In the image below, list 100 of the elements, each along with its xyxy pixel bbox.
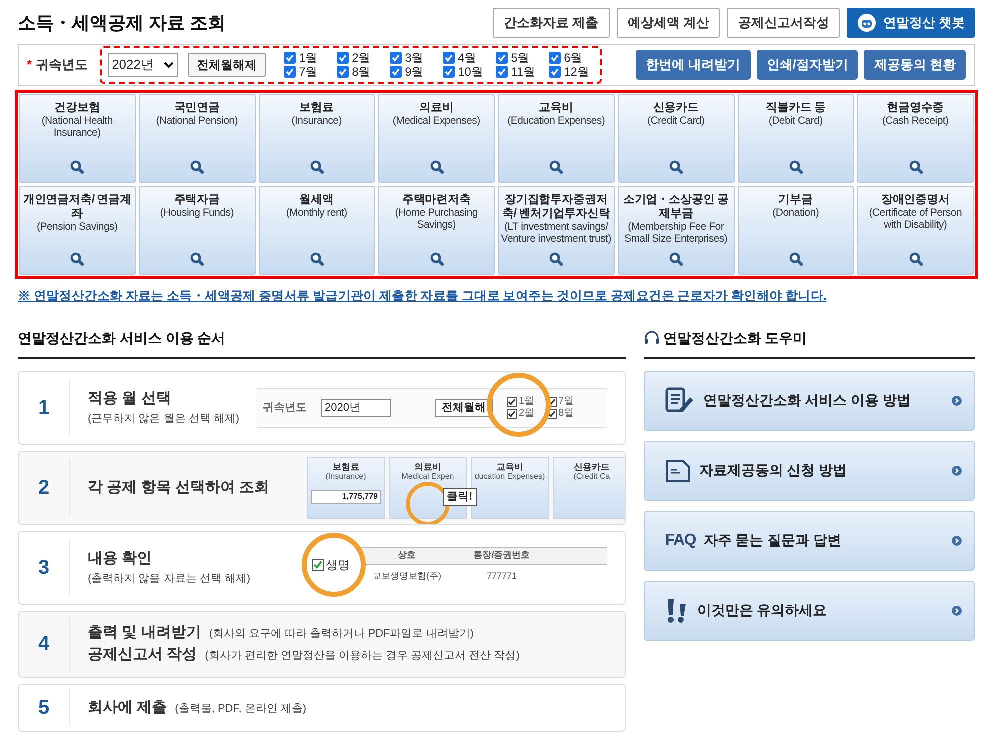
month-label[interactable]: 11월: [511, 65, 536, 79]
month-checkbox[interactable]: [284, 66, 296, 78]
checkbox-icon: [312, 558, 324, 571]
category-button[interactable]: 신용카드 (Credit Card): [618, 94, 734, 183]
category-button[interactable]: 교육비 (Education Expenses): [498, 94, 615, 183]
illustration-card-title: 의료비: [414, 462, 442, 472]
toolbar-button[interactable]: 예상세액 계산: [616, 8, 720, 38]
table-header: 상호: [397, 549, 417, 562]
category-button[interactable]: 소기업・소상공인 공제부금 (Membership Fee For Small Size Enterprises): [618, 186, 734, 275]
section-title: 연말정산간소화 서비스 이용 순서: [18, 328, 626, 359]
month-label[interactable]: 5월: [511, 51, 530, 65]
search-icon: [549, 160, 564, 174]
month-checkbox[interactable]: [496, 52, 508, 64]
month-label[interactable]: 2월: [352, 51, 371, 65]
search-icon: [310, 160, 324, 174]
step-title: 회사에 제출: [88, 698, 168, 718]
headset-icon: [644, 331, 660, 346]
month-checkbox[interactable]: [443, 66, 456, 78]
search-icon: [310, 252, 324, 266]
search-icon: [190, 252, 204, 266]
search-icon: [908, 160, 923, 174]
month-checkbox[interactable]: [284, 52, 296, 64]
magnifier-ring: [487, 372, 551, 437]
category-button[interactable]: 장애인증명서 (Certificate of Person with Disability): [857, 186, 974, 275]
action-button[interactable]: 인쇄/점자받기: [756, 50, 858, 80]
illustration-month-label: 1월: [519, 396, 535, 408]
chevron-right-icon: [952, 606, 962, 616]
toolbar-button[interactable]: 공제신고서작성: [727, 8, 840, 38]
month-label[interactable]: 7월: [299, 65, 318, 79]
action-button[interactable]: 제공동의 현황: [864, 50, 966, 80]
illustration-card-title: 신용카드: [574, 462, 610, 472]
month-label[interactable]: 3월: [405, 51, 424, 65]
year-select[interactable]: 2022년: [108, 53, 178, 77]
illustration-month-label: 7월: [558, 396, 574, 408]
category-button[interactable]: 보험료 (Insurance): [258, 94, 376, 183]
chatbot-button[interactable]: 연말정산 챗봇: [847, 8, 975, 38]
chevron-right-icon: [952, 396, 962, 406]
help-button[interactable]: 연말정산간소화 서비스 이용 방법: [644, 370, 975, 431]
help-button[interactable]: FAQ 자주 묻는 질문과 답변: [644, 510, 975, 571]
document-pen-icon: [665, 386, 696, 415]
month-label[interactable]: 12월: [564, 65, 590, 79]
month-checkbox[interactable]: [443, 52, 456, 64]
step-title: 공제신고서 작성: [88, 645, 198, 666]
step-title: 내용 확인: [88, 549, 154, 570]
clear-months-button[interactable]: 전체월해제: [188, 53, 266, 77]
step-note: (회사의 요구에 따라 출력하거나 PDF파일로 내려받기): [209, 626, 474, 642]
step-number: 3: [37, 556, 51, 581]
category-button[interactable]: 장기집합투자증권저축/ 벤처기업투자신탁 (LT investment savings/ Venture investment trust): [498, 186, 615, 275]
month-label[interactable]: 6월: [564, 51, 583, 65]
month-label[interactable]: 8월: [352, 65, 371, 79]
month-checkbox[interactable]: [496, 66, 508, 78]
robot-icon: [857, 13, 878, 33]
search-icon: [70, 252, 84, 266]
month-checkbox[interactable]: [549, 52, 562, 64]
category-button[interactable]: 주택마련저축 (Home Purchasing Savings): [378, 186, 495, 275]
table-header: 통장/증권번호: [472, 549, 532, 562]
illustration-amount: 1,775,779: [311, 490, 381, 504]
help-button[interactable]: 이것만은 유의하세요: [644, 580, 975, 641]
category-button[interactable]: 의료비 (Medical Expenses): [378, 94, 495, 183]
month-checkbox[interactable]: [337, 66, 350, 78]
step-note: (근무하지 않은 월은 선택 해제): [88, 412, 240, 427]
month-label[interactable]: 9월: [405, 65, 424, 79]
action-button[interactable]: 한번에 내려받기: [636, 50, 751, 80]
chevron-right-icon: [952, 536, 962, 546]
category-button[interactable]: 건강보험 (National Health Insurance): [19, 94, 136, 183]
illustration-card-title: 교육비: [496, 462, 524, 472]
step-title: 적용 월 선택: [88, 389, 172, 410]
faq-label: FAQ: [665, 530, 696, 551]
illustration-label: 귀속년도: [263, 400, 307, 416]
category-button[interactable]: 기부금 (Donation): [738, 186, 854, 275]
search-icon: [669, 160, 684, 174]
category-button[interactable]: 직불카드 등 (Debit Card): [738, 94, 854, 183]
month-checkbox[interactable]: [549, 66, 562, 78]
help-button[interactable]: 자료제공동의 신청 방법: [644, 440, 975, 501]
toolbar-button[interactable]: 간소화자료 제출: [493, 8, 610, 38]
step-title: 각 공제 항목 선택하여 조회: [88, 478, 270, 498]
chevron-down-icon: [164, 62, 174, 68]
search-icon: [70, 160, 84, 174]
category-button[interactable]: 국민연금 (National Pension): [138, 94, 256, 183]
search-icon: [549, 252, 564, 266]
month-label[interactable]: 10월: [458, 65, 484, 79]
month-checkbox[interactable]: [390, 66, 402, 78]
illustration-card-subtitle: Medical Expen: [402, 472, 454, 482]
month-checkbox[interactable]: [390, 52, 402, 64]
step-number: 5: [37, 696, 51, 721]
year-label: * 귀속년도: [27, 56, 88, 74]
notice-link[interactable]: ※ 연말정산간소화 자료는 소득・세액공제 증명서류 발급기관이 제출한 자료를 그대로 보여주는 것이므로 공제요건은 근로자가 확인해야 합니다.: [18, 287, 975, 306]
category-button[interactable]: 주택자금 (Housing Funds): [138, 186, 256, 275]
month-label[interactable]: 4월: [458, 51, 477, 65]
category-button[interactable]: 개인연금저축/ 연금계좌 (Pension Savings): [19, 186, 136, 275]
step-note: (출력하지 않을 자료는 선택 해제): [88, 572, 251, 587]
category-button[interactable]: 현금영수증 (Cash Receipt): [857, 94, 974, 183]
step-number: 4: [37, 632, 51, 658]
month-checkbox[interactable]: [337, 52, 350, 64]
step-title: 출력 및 내려받기: [88, 622, 202, 643]
step-note: (회사가 편리한 연말정산을 이용하는 경우 공제신고서 전산 작성): [205, 649, 520, 664]
step-note: (출력물, PDF, 온라인 제출): [175, 702, 307, 716]
search-icon: [669, 252, 684, 266]
month-label[interactable]: 1월: [299, 51, 318, 65]
category-button[interactable]: 월세액 (Monthly rent): [258, 186, 376, 275]
